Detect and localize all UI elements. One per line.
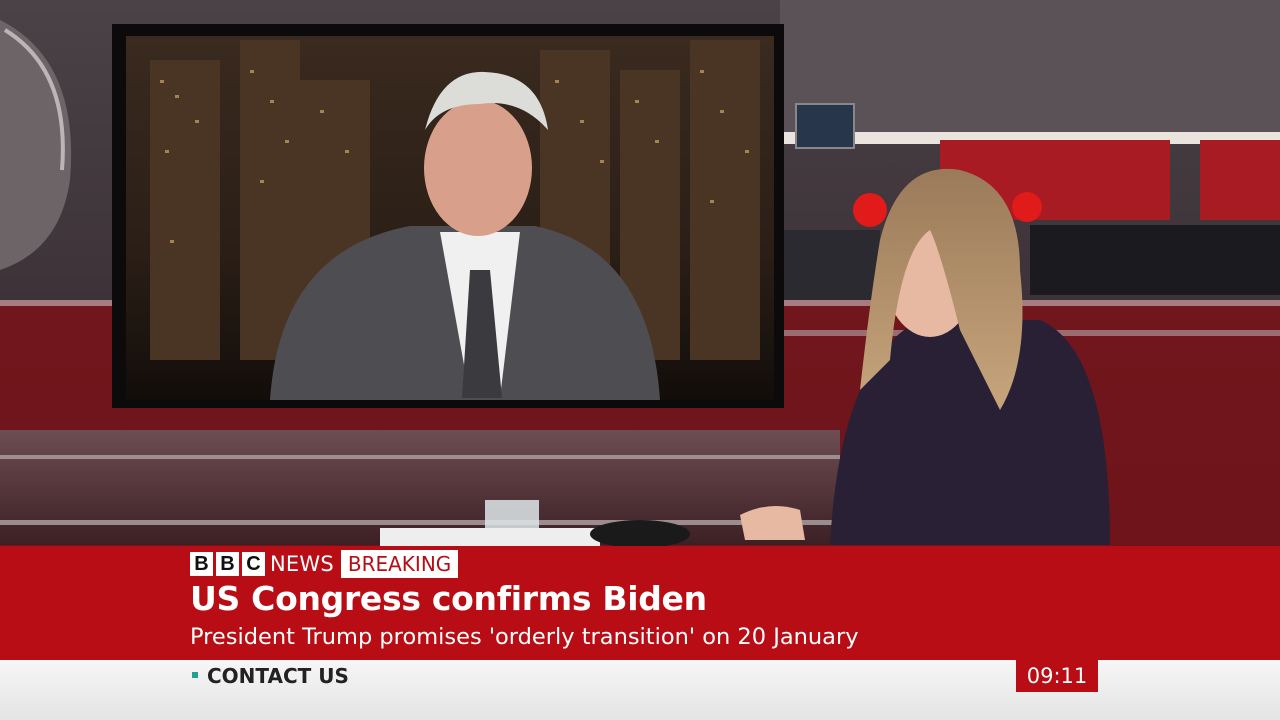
bbc-logo-letter: C <box>242 552 265 576</box>
bbc-logo: B B C <box>190 552 265 576</box>
bbc-logo-letter: B <box>216 552 239 576</box>
headline: US Congress confirms Biden <box>190 579 707 618</box>
ticker-text: CONTACT US <box>207 664 349 688</box>
guest-face <box>424 100 532 236</box>
clock: 09:11 <box>1016 660 1098 692</box>
brand-row: B B C NEWS BREAKING <box>190 550 459 578</box>
breaking-badge: BREAKING <box>340 550 459 578</box>
news-wordmark: NEWS <box>270 552 334 576</box>
bbc-logo-letter: B <box>190 552 213 576</box>
lower-third-banner: B B C NEWS BREAKING US Congress confirms… <box>0 546 1280 660</box>
ticker-bullet-icon <box>192 672 198 678</box>
subheadline: President Trump promises 'orderly transi… <box>190 624 859 650</box>
